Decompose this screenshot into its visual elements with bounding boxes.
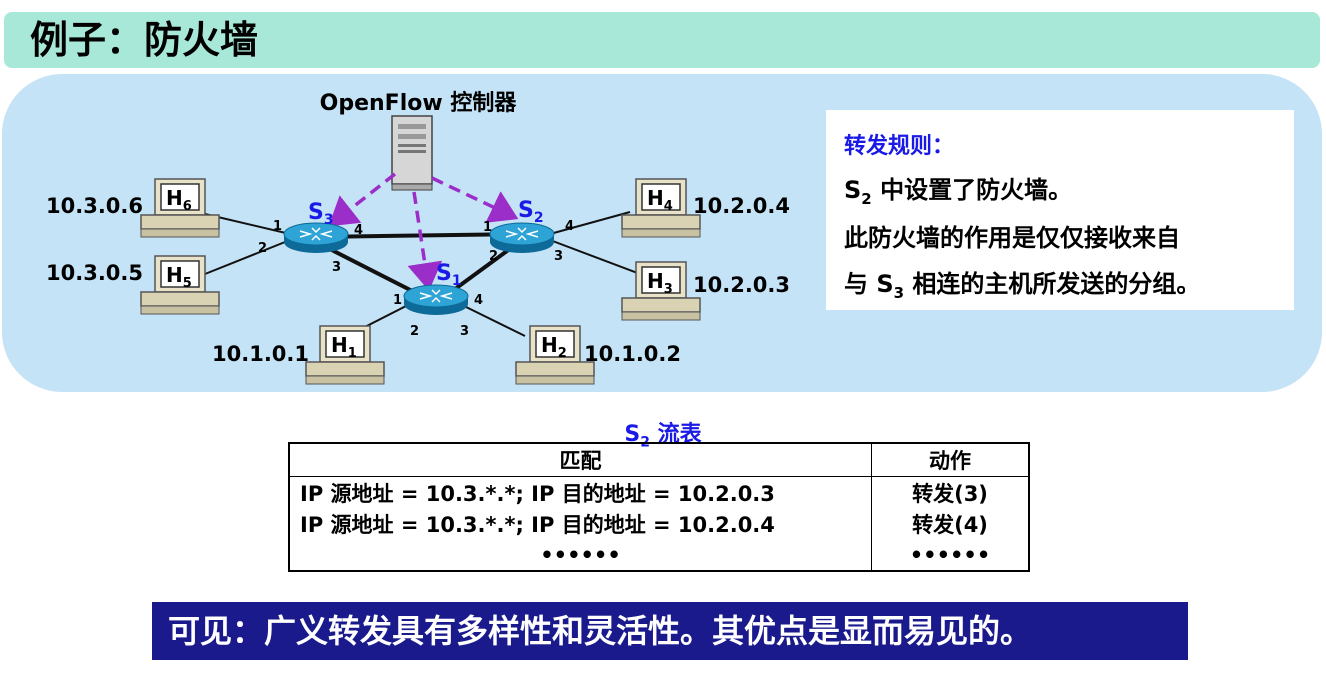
match-cell: IP 源地址 = 10.3.*.*; IP 目的地址 = 10.2.0.4: [300, 512, 775, 537]
link-s2-h3: [549, 239, 641, 275]
table-row: IP 源地址 = 10.3.*.*; IP 目的地址 = 10.2.0.3 转发…: [289, 476, 1029, 508]
conclusion-banner: 可见：广义转发具有多样性和灵活性。其优点是显而易见的。: [152, 602, 1188, 660]
link-s1-h2: [459, 303, 526, 337]
flow-table: 匹配 动作 IP 源地址 = 10.3.*.*; IP 目的地址 = 10.2.…: [288, 442, 1030, 572]
controller-label: OpenFlow 控制器: [320, 90, 518, 116]
port-label: 1: [273, 219, 282, 234]
table-row: •••••• ••••••: [289, 539, 1029, 571]
host-h4-ip: 10.2.0.4: [693, 194, 790, 218]
host-h6-ip: 10.3.0.6: [46, 194, 143, 218]
match-cell: IP 源地址 = 10.3.*.*; IP 目的地址 = 10.2.0.3: [300, 481, 775, 506]
rules-title: 转发规则：: [844, 134, 955, 159]
conclusion-text: 可见：广义转发具有多样性和灵活性。其优点是显而易见的。: [168, 612, 1033, 650]
action-cell: 转发(4): [871, 508, 1029, 539]
host-h1-ip: 10.1.0.1: [212, 342, 309, 366]
port-label: 4: [474, 293, 483, 308]
page-title: 例子：防火墙: [30, 18, 259, 62]
port-label: 2: [489, 249, 498, 264]
link-s2-h4: [549, 211, 631, 235]
switch-s3-icon: [283, 222, 349, 254]
rules-line-3: 与 S3 相连的主机所发送的分组。: [844, 270, 1201, 302]
control-link-s3: [328, 172, 397, 227]
port-label: 2: [410, 324, 419, 339]
header-match: 匹配: [288, 442, 872, 477]
switch-s3-label: S3: [308, 200, 334, 228]
control-link-s1: [407, 191, 443, 291]
link-h5-s3: [204, 239, 291, 275]
rules-line-2: 此防火墙的作用是仅仅接收来自: [844, 224, 1180, 252]
port-label: 1: [483, 220, 492, 235]
port-label: 3: [460, 324, 469, 339]
server-icon: [391, 115, 433, 191]
control-link-s2: [431, 176, 519, 223]
switch-s2-label: S2: [518, 198, 544, 226]
port-label: 4: [565, 219, 574, 234]
port-label: 1: [393, 293, 402, 308]
table-row: IP 源地址 = 10.3.*.*; IP 目的地址 = 10.2.0.4 转发…: [289, 508, 1029, 539]
forwarding-rules-box: 转发规则： S2 中设置了防火墙。 此防火墙的作用是仅仅接收来自 与 S3 相连…: [826, 110, 1294, 310]
switch-s2-icon: [489, 222, 555, 254]
host-h3-ip: 10.2.0.3: [693, 273, 790, 297]
action-cell: ••••••: [871, 539, 1029, 571]
port-label: 3: [332, 260, 341, 275]
port-label: 3: [554, 249, 563, 264]
switch-s1-icon: [403, 284, 469, 316]
host-h2-ip: 10.1.0.2: [584, 342, 681, 366]
action-cell: 转发(3): [871, 476, 1029, 508]
port-label: 4: [354, 223, 363, 238]
match-cell: ••••••: [540, 542, 621, 567]
switch-s1-label: S1: [436, 261, 462, 289]
rules-line-1: S2 中设置了防火墙。: [844, 176, 1073, 208]
header-action: 动作: [871, 442, 1030, 477]
host-h5-ip: 10.3.0.5: [46, 261, 143, 285]
port-label: 2: [258, 241, 267, 256]
